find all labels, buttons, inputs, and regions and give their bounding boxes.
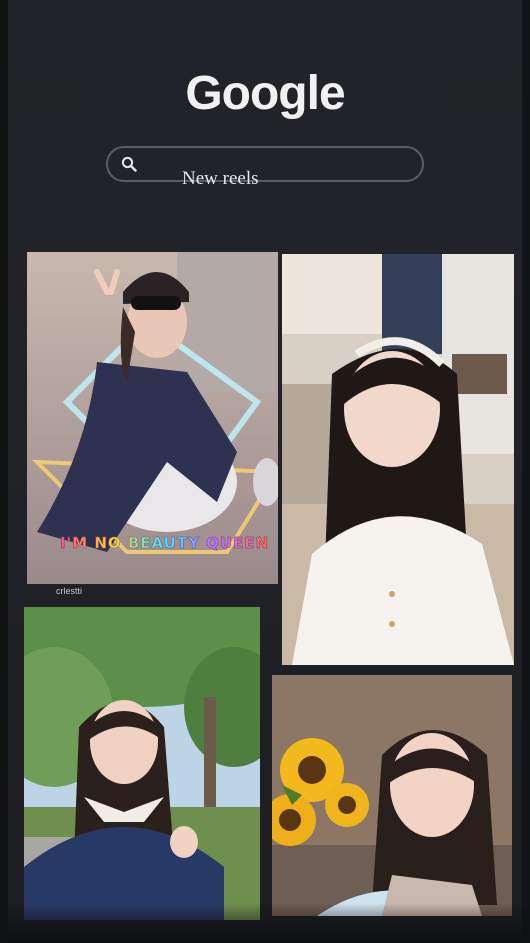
photo-2[interactable] (282, 254, 514, 665)
search-bar[interactable] (106, 146, 424, 182)
photo-4[interactable] (272, 675, 512, 916)
photo-4-image (272, 675, 512, 916)
search-icon (121, 156, 137, 172)
bottom-shade (0, 903, 530, 943)
search-query-text: New reels (182, 168, 259, 189)
header-card (86, 38, 446, 218)
google-logo: Google (185, 67, 345, 120)
left-edge (0, 0, 8, 943)
photo-3[interactable] (24, 607, 260, 920)
photo-2-image (282, 254, 514, 665)
right-edge (522, 0, 530, 943)
overlay-slogan: I'M NO BEAUTY QUEEN (60, 534, 270, 553)
photo-3-image (24, 607, 260, 920)
photo-caption: crlestti (56, 586, 83, 596)
